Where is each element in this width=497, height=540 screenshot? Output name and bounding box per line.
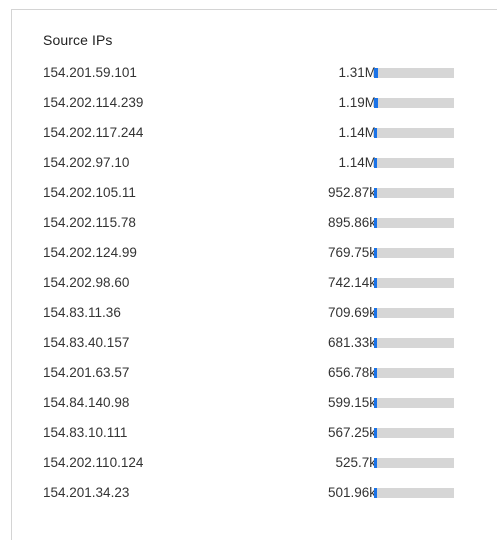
traffic-bar-fill	[374, 278, 377, 288]
list-item[interactable]: 154.83.11.36 709.69k	[43, 298, 463, 328]
ip-address: 154.202.98.60	[43, 275, 130, 290]
ip-address: 154.202.124.99	[43, 245, 137, 260]
list-item[interactable]: 154.202.98.60 742.14k	[43, 268, 463, 298]
traffic-bar	[374, 458, 454, 468]
traffic-bar-fill	[374, 368, 377, 378]
traffic-bar-fill	[374, 98, 378, 108]
traffic-bar	[374, 248, 454, 258]
traffic-value: 681.33k	[327, 335, 376, 350]
traffic-value: 952.87k	[327, 185, 376, 200]
list-item[interactable]: 154.202.105.11 952.87k	[43, 178, 463, 208]
traffic-bar-fill	[374, 428, 377, 438]
source-ips-panel: Source IPs 154.201.59.101 1.31M 154.202.…	[11, 9, 497, 540]
traffic-value: 567.25k	[327, 425, 376, 440]
traffic-bar	[374, 308, 454, 318]
list-item[interactable]: 154.202.110.124 525.7k	[43, 448, 463, 478]
traffic-value: 769.75k	[327, 245, 376, 260]
traffic-bar-fill	[374, 308, 377, 318]
ip-address: 154.202.105.11	[43, 185, 136, 200]
ip-address: 154.202.115.78	[43, 215, 136, 230]
panel-title: Source IPs	[43, 32, 113, 48]
traffic-bar-fill	[374, 248, 377, 258]
traffic-bar	[374, 98, 454, 108]
traffic-value: 599.15k	[327, 395, 376, 410]
ip-address: 154.202.114.239	[43, 95, 144, 110]
traffic-bar-fill	[374, 338, 377, 348]
traffic-bar	[374, 368, 454, 378]
list-item[interactable]: 154.202.114.239 1.19M	[43, 88, 463, 118]
traffic-value: 656.78k	[327, 365, 376, 380]
list-item[interactable]: 154.201.59.101 1.31M	[43, 58, 463, 88]
traffic-bar-fill	[374, 158, 377, 168]
traffic-bar-fill	[374, 218, 377, 228]
traffic-bar-fill	[374, 488, 377, 498]
traffic-bar-fill	[374, 68, 378, 78]
traffic-bar	[374, 68, 454, 78]
list-item[interactable]: 154.202.115.78 895.86k	[43, 208, 463, 238]
traffic-bar	[374, 128, 454, 138]
ip-address: 154.83.11.36	[43, 305, 121, 320]
list-item[interactable]: 154.201.63.57 656.78k	[43, 358, 463, 388]
traffic-bar	[374, 188, 454, 198]
list-item[interactable]: 154.83.10.111 567.25k	[43, 418, 463, 448]
traffic-bar	[374, 158, 454, 168]
list-item[interactable]: 154.202.124.99 769.75k	[43, 238, 463, 268]
ip-address: 154.202.97.10	[43, 155, 130, 170]
traffic-bar	[374, 338, 454, 348]
list-item[interactable]: 154.84.140.98 599.15k	[43, 388, 463, 418]
ip-address: 154.83.40.157	[43, 335, 130, 350]
ip-address: 154.201.59.101	[43, 65, 137, 80]
traffic-bar	[374, 398, 454, 408]
traffic-bar-fill	[374, 398, 377, 408]
traffic-bar-fill	[374, 458, 377, 468]
ip-address: 154.83.10.111	[43, 425, 128, 440]
ip-address: 154.202.110.124	[43, 455, 144, 470]
traffic-value: 1.19M	[338, 95, 376, 110]
traffic-value: 1.31M	[338, 65, 376, 80]
list-item[interactable]: 154.201.34.23 501.96k	[43, 478, 463, 508]
traffic-value: 1.14M	[338, 155, 376, 170]
traffic-bar	[374, 278, 454, 288]
traffic-value: 895.86k	[327, 215, 376, 230]
ip-address: 154.201.63.57	[43, 365, 130, 380]
list-item[interactable]: 154.202.117.244 1.14M	[43, 118, 463, 148]
traffic-value: 742.14k	[327, 275, 376, 290]
ip-address: 154.84.140.98	[43, 395, 130, 410]
ip-address: 154.202.117.244	[43, 125, 144, 140]
traffic-bar-fill	[374, 188, 377, 198]
traffic-value: 525.7k	[335, 455, 376, 470]
ip-address: 154.201.34.23	[43, 485, 130, 500]
list-item[interactable]: 154.83.40.157 681.33k	[43, 328, 463, 358]
traffic-value: 709.69k	[327, 305, 376, 320]
traffic-value: 1.14M	[338, 125, 376, 140]
traffic-bar-fill	[374, 128, 377, 138]
traffic-bar	[374, 488, 454, 498]
traffic-bar	[374, 218, 454, 228]
traffic-value: 501.96k	[327, 485, 376, 500]
traffic-bar	[374, 428, 454, 438]
list-item[interactable]: 154.202.97.10 1.14M	[43, 148, 463, 178]
